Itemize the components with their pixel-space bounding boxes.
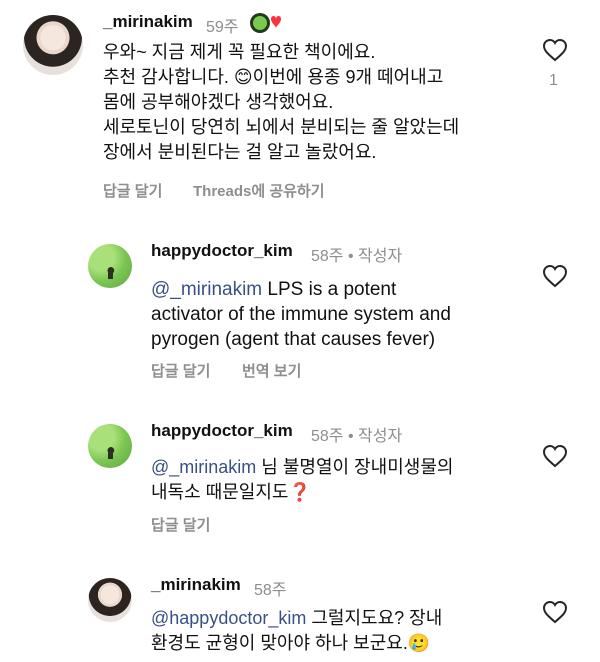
avatar[interactable] [88,424,132,468]
avatar[interactable] [88,244,132,288]
comment-text: @_mirinakim 님 불명열이 장내미생물의 내독소 때문일지도❓ [151,455,453,505]
mention-link[interactable]: @_mirinakim [151,279,262,300]
reply-button[interactable]: 답글 달기 [151,514,210,535]
comment-line: @happydoctor_kim 그럴지도요? 장내 [151,606,442,631]
comment-time: 59주 [206,19,239,36]
avatar[interactable] [23,15,83,75]
share-threads-button[interactable]: Threads에 공유하기 [193,180,325,201]
comment-line: pyrogen (agent that causes fever) [151,329,436,350]
comment-line: 몸에 공부해야겠다 생각했어요. [103,92,334,112]
comment-author[interactable]: happydoctor_kim [151,241,293,261]
heart-outline-icon[interactable] [542,600,568,624]
comment-line: 내독소 때문일지도❓ [151,482,311,502]
reply-button[interactable]: 답글 달기 [103,180,162,201]
comment-author[interactable]: happydoctor_kim [151,421,293,441]
comment-text: @happydoctor_kim 그럴지도요? 장내 환경도 균형이 맞아야 하… [151,606,442,656]
comment-line-rest: LPS is a potent [262,279,397,300]
heart-outline-icon[interactable] [542,264,568,288]
mention-link[interactable]: @happydoctor_kim [151,608,306,628]
comment-time: 58주 • 작성자 [311,422,402,446]
comment-line-rest: 님 불명열이 장내미생물의 [256,457,454,477]
separator-dot: • [347,428,359,445]
separator-dot: • [347,248,359,265]
comment-line: 추천 감사합니다. 😊이번에 용종 9개 떼어내고 [103,67,444,87]
comment-line: @_mirinakim 님 불명열이 장내미생물의 [151,455,453,480]
comment-line: 장에서 분비된다는 걸 알고 놀랐어요. [103,142,377,162]
avatar[interactable] [88,578,132,622]
comment-line-rest: 그럴지도요? 장내 [306,608,443,628]
comment-author[interactable]: _mirinakim [151,575,241,595]
comment-text: @_mirinakim LPS is a potent activator of… [151,277,451,352]
comment-time-value: 58주 [311,248,344,265]
comment-line: @_mirinakim LPS is a potent [151,277,451,302]
comment-line: 환경도 균형이 맞아야 하나 보군요.🥲 [151,633,431,653]
reply-button[interactable]: 답글 달기 [151,360,210,381]
translate-button[interactable]: 번역 보기 [242,360,301,381]
heart-outline-icon[interactable] [542,444,568,468]
comment-line: 우와~ 지금 제게 꼭 필요한 책이에요. [103,42,376,62]
comment-time-value: 58주 [311,428,344,445]
comment-text: 우와~ 지금 제게 꼭 필요한 책이에요. 추천 감사합니다. 😊이번에 용종 … [103,40,459,165]
author-badge: 작성자 [358,248,403,265]
comment-author[interactable]: _mirinakim [103,12,193,32]
heart-outline-icon[interactable] [542,38,568,62]
green-heart-badge-icon [249,12,283,34]
author-badge: 작성자 [358,428,403,445]
comment-line: 세로토닌이 당연히 뇌에서 분비되는 줄 알았는데 [103,117,460,137]
like-count: 1 [549,72,558,89]
comment-line: activator of the immune system and [151,304,451,325]
comment-time: 58주 [254,582,287,599]
comment-time: 58주 • 작성자 [311,242,402,266]
mention-link[interactable]: @_mirinakim [151,457,256,477]
